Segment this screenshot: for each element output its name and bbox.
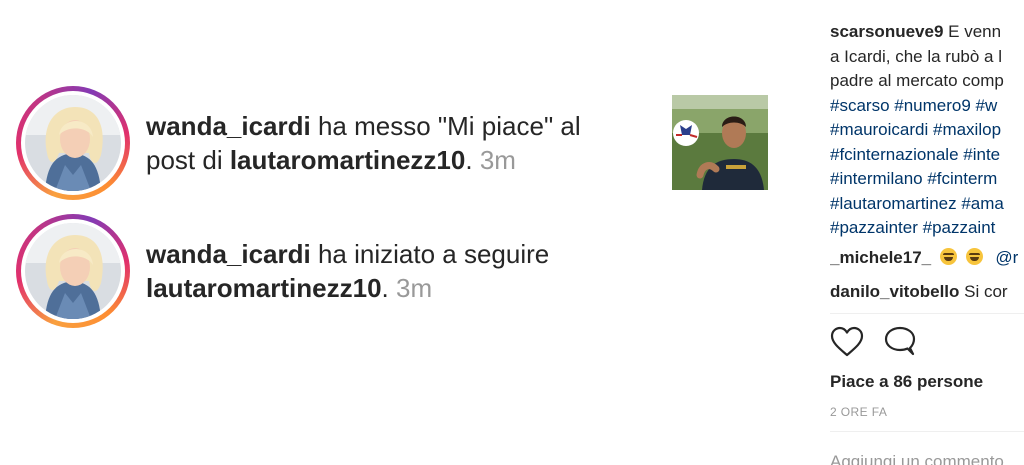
activity-text: wanda_icardi ha iniziato a seguire lauta… [146, 239, 550, 303]
avatar[interactable] [25, 95, 121, 191]
hashtag-line[interactable]: #lautaromartinez #ama [830, 192, 1024, 217]
heart-icon[interactable] [830, 326, 864, 363]
laughing-emoji-icon [939, 248, 957, 265]
laughing-emoji-icon [965, 248, 983, 265]
hashtag-line[interactable]: #mauroicardi #maxilop [830, 118, 1024, 143]
activity-text: wanda_icardi ha messo "Mi piace" al post… [146, 111, 581, 175]
hashtag-line[interactable]: #scarso #numero9 #w [830, 94, 1024, 119]
hashtag-line[interactable]: #intermilano #fcinterm [830, 167, 1024, 192]
activity-username[interactable]: wanda_icardi [146, 239, 311, 269]
comment-text: Si cor [964, 282, 1008, 301]
comment-item: _michele17_ @r [830, 247, 1018, 269]
activity-username[interactable]: wanda_icardi [146, 111, 311, 141]
story-ring[interactable] [16, 214, 130, 328]
story-ring[interactable] [16, 86, 130, 200]
likes-count[interactable]: Piace a 86 persone [830, 372, 983, 392]
divider [830, 313, 1024, 314]
activity-target-user[interactable]: lautaromartinezz10 [230, 145, 466, 175]
post-caption: scarsonueve9 E venn a Icardi, che la rub… [830, 20, 1024, 241]
comment-item: danilo_vitobello Si cor [830, 281, 1008, 303]
comment-mention[interactable]: @r [995, 248, 1018, 267]
post-actions [830, 326, 916, 363]
instagram-activity-screenshot: wanda_icardi ha messo "Mi piace" al post… [0, 0, 1024, 465]
avatar[interactable] [25, 223, 121, 319]
add-comment-input[interactable]: Aggiungi un commento... [830, 452, 1018, 465]
activity-target-user[interactable]: lautaromartinezz10 [146, 273, 382, 303]
caption-username[interactable]: scarsonueve9 [830, 22, 943, 41]
comment-username[interactable]: danilo_vitobello [830, 282, 959, 301]
activity-time: 3m [479, 145, 516, 175]
activity-action: ha iniziato a seguire [310, 239, 550, 269]
comment-username[interactable]: _michele17_ [830, 248, 931, 267]
caption-text-line: a Icardi, che la rubò a l [830, 46, 1002, 66]
activity-time: 3m [395, 273, 433, 303]
divider [830, 431, 1024, 432]
post-detail-panel: scarsonueve9 E venn a Icardi, che la rub… [830, 0, 1024, 465]
hashtag-line[interactable]: #fcinternazionale #inte [830, 143, 1024, 168]
caption-text-line: padre al mercato comp [830, 71, 1004, 90]
post-timestamp: 2 ORE FA [830, 405, 888, 419]
comment-icon[interactable] [884, 326, 916, 363]
activity-item-follow[interactable]: wanda_icardi ha iniziato a seguire lauta… [16, 214, 616, 328]
post-thumbnail[interactable] [672, 95, 768, 190]
activity-item-like[interactable]: wanda_icardi ha messo "Mi piace" al post… [16, 86, 616, 200]
hashtag-line[interactable]: #pazzainter #pazzaint [830, 216, 1024, 241]
caption-text-line: E venn [948, 22, 1002, 41]
